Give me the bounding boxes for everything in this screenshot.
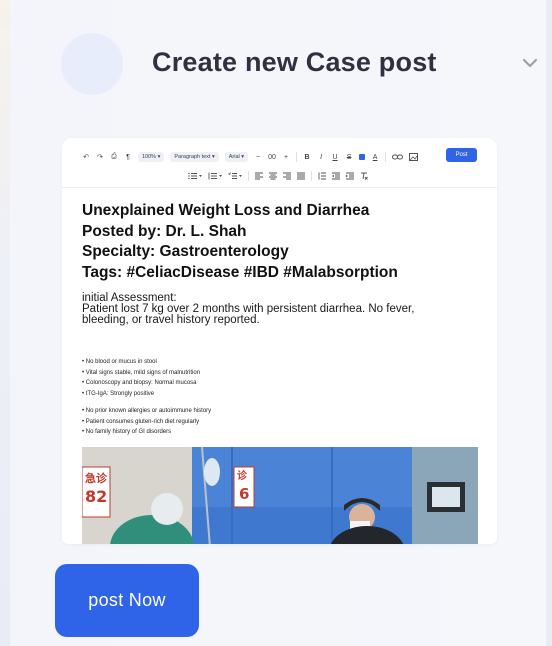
photo-sign-left-number: 82 <box>85 487 107 506</box>
paragraph-style-value: Paragraph text <box>174 154 211 160</box>
undo-icon[interactable]: ↶ <box>82 152 90 162</box>
paragraph-style-select[interactable]: Paragraph text ▾ <box>170 152 219 162</box>
case-author: Posted by: Dr. L. Shah <box>82 222 247 240</box>
clear-formatting-icon[interactable] <box>360 172 368 180</box>
list-item: No prior known allergies or autoimmune h… <box>82 406 482 417</box>
bold-button[interactable]: B <box>303 152 311 162</box>
toolbar-divider <box>311 171 312 181</box>
list-item: No family history of GI disorders <box>82 427 482 438</box>
image-icon[interactable] <box>409 153 419 161</box>
checklist-icon[interactable] <box>228 172 242 180</box>
zoom-value: 100% <box>142 154 157 160</box>
highlight-color-swatch[interactable] <box>359 154 366 160</box>
list-item: No blood or mucus in stool <box>82 357 482 368</box>
toolbar-divider <box>296 152 298 162</box>
numbered-list-icon[interactable] <box>208 172 222 180</box>
link-icon[interactable] <box>392 153 404 161</box>
underline-button[interactable]: U <box>331 152 339 162</box>
toolbar-divider <box>385 152 387 162</box>
zoom-select[interactable]: 100% ▾ <box>138 152 165 162</box>
redo-icon[interactable]: ↷ <box>96 152 104 162</box>
bullet-list-icon[interactable] <box>188 172 202 180</box>
list-item: Vital signs stable, mild signs of malnut… <box>82 368 482 379</box>
align-right-icon[interactable] <box>283 172 291 180</box>
document-body[interactable]: Unexplained Weight Loss and Diarrhea Pos… <box>82 201 482 438</box>
case-specialty: Specialty: Gastroenterology <box>82 243 289 260</box>
font-size-value[interactable]: 00 <box>268 152 276 162</box>
print-icon[interactable]: ⎙ <box>110 152 118 162</box>
photo-sign-left: 急诊 <box>85 471 108 485</box>
findings-list: No blood or mucus in stool Vital signs s… <box>82 357 482 399</box>
photo-sign-right-number: 6 <box>239 485 249 503</box>
photo-sign-right: 诊 <box>237 469 248 482</box>
list-item: tTG-IgA: Strongly positive <box>82 389 482 400</box>
italic-button[interactable]: I <box>317 152 325 162</box>
font-size-decrease-button[interactable]: − <box>254 152 262 162</box>
case-title-block: Unexplained Weight Loss and Diarrhea Pos… <box>82 201 482 283</box>
align-left-icon[interactable] <box>255 172 263 180</box>
page-title: Create new Case post <box>152 47 437 77</box>
rich-text-editor[interactable]: ↶ ↷ ⎙ ¶ 100% ▾ Paragraph text ▾ Arial ▾ … <box>62 138 497 544</box>
font-size-increase-button[interactable]: + <box>282 152 290 162</box>
avatar <box>61 33 123 95</box>
font-value: Arial <box>228 154 240 160</box>
history-list: No prior known allergies or autoimmune h… <box>82 406 482 438</box>
paint-format-icon[interactable]: ¶ <box>124 152 132 162</box>
align-justify-icon[interactable] <box>297 172 305 180</box>
section-body: Patient lost 7 kg over 2 months with per… <box>82 303 415 326</box>
line-spacing-icon[interactable] <box>318 172 326 180</box>
toolbar-divider <box>248 171 249 181</box>
text-color-button[interactable]: A <box>371 152 379 162</box>
indent-decrease-icon[interactable] <box>332 172 340 180</box>
indent-increase-icon[interactable] <box>346 172 354 180</box>
align-center-icon[interactable] <box>269 172 277 180</box>
post-now-button[interactable]: post Now <box>55 564 199 637</box>
list-item: Colonoscopy and biopsy: Normal mucosa <box>82 378 482 389</box>
toolbar-post-button[interactable]: Post <box>446 148 477 162</box>
case-photo: 急诊 82 诊 6 <box>82 447 478 544</box>
case-tags: Tags: #CeliacDisease #IBD #Malabsorption <box>82 263 398 281</box>
case-post-header: Create new Case post <box>0 0 552 125</box>
editor-toolbar: ↶ ↷ ⎙ ¶ 100% ▾ Paragraph text ▾ Arial ▾ … <box>62 144 497 188</box>
case-title: Unexplained Weight Loss and Diarrhea <box>82 202 370 219</box>
chevron-down-icon[interactable] <box>521 56 539 70</box>
strikethrough-button[interactable]: S <box>345 152 353 162</box>
list-item: Patient consumes gluten-rich diet regula… <box>82 417 482 428</box>
font-select[interactable]: Arial ▾ <box>224 152 249 162</box>
